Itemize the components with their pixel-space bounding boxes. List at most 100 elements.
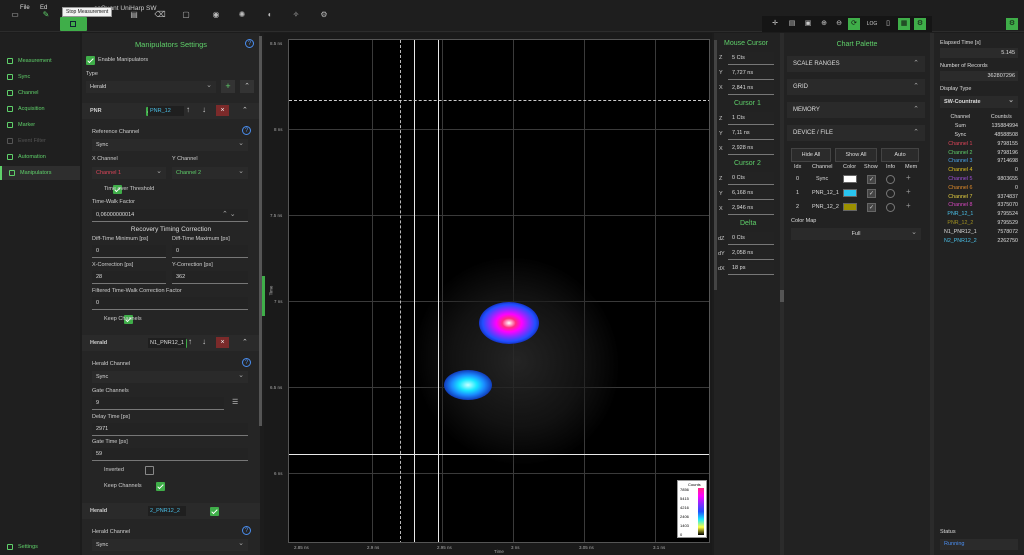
herald2-enable-checkbox[interactable]: [209, 507, 219, 516]
display-type-select[interactable]: SW-Countrate: [940, 96, 1018, 108]
row-channel: Channel 4: [948, 167, 973, 174]
xcor-input[interactable]: 28: [92, 271, 166, 284]
export-icon[interactable]: ▣: [802, 18, 814, 30]
wand-icon[interactable]: ✧: [286, 0, 306, 30]
herald1-channel-select[interactable]: Sync: [92, 371, 248, 383]
info-icon[interactable]: [886, 189, 895, 198]
x-channel-select[interactable]: Channel 1: [92, 167, 166, 179]
zoom-in-icon[interactable]: ⊕: [818, 18, 830, 30]
gate-channels-menu-icon[interactable]: ☰: [232, 398, 238, 406]
mem-add-icon[interactable]: +: [906, 187, 911, 196]
sidebar-item-sync[interactable]: Sync: [0, 70, 80, 84]
cursor1-horizontal-line[interactable]: [289, 100, 709, 101]
panel-scrollbar[interactable]: [259, 36, 262, 426]
herald1-keep-checkbox[interactable]: [156, 482, 166, 491]
color-swatch[interactable]: [843, 203, 857, 211]
row-countrate: 9375070: [997, 202, 1018, 209]
sync-icon: [7, 74, 13, 80]
herald1-down-icon[interactable]: ↓: [202, 337, 206, 346]
zoom-out-icon[interactable]: ⊖: [833, 18, 845, 30]
refresh-icon[interactable]: ⟳: [848, 18, 860, 30]
top-right-icon[interactable]: ⚙: [1006, 18, 1018, 30]
cpu-icon[interactable]: ◉: [206, 0, 226, 30]
herald1-name-field[interactable]: N1_PNR12_1: [148, 338, 186, 348]
collapse-icon[interactable]: ⌃: [240, 80, 254, 93]
inverted-checkbox[interactable]: [145, 466, 155, 475]
edit-icon[interactable]: ✎: [36, 0, 56, 30]
dmin-input[interactable]: 0: [92, 245, 166, 258]
enable-manipulators-checkbox[interactable]: [86, 56, 95, 65]
settings-chart-icon[interactable]: ⚙: [914, 18, 926, 30]
sidebar-item-settings[interactable]: Settings: [0, 540, 80, 554]
log-scale-icon[interactable]: LOG: [866, 18, 878, 30]
y-channel-select[interactable]: Channel 2: [172, 167, 248, 179]
show-toggle[interactable]: ✓: [867, 189, 876, 198]
dmax-input[interactable]: 0: [172, 245, 248, 258]
herald1-help-icon[interactable]: ?: [242, 358, 251, 367]
scale-ranges-section[interactable]: SCALE RANGES: [787, 56, 925, 72]
herald1-collapse-icon[interactable]: ⌃: [242, 338, 248, 346]
device-file-section[interactable]: DEVICE / FILE: [787, 125, 925, 141]
info-icon[interactable]: [886, 203, 895, 212]
herald2-name-field[interactable]: 2_PNR12_2: [148, 506, 186, 516]
hide-all-button[interactable]: Hide All: [791, 148, 831, 162]
contrast-icon[interactable]: ◐: [260, 0, 280, 30]
sidebar-item-channel[interactable]: Channel: [0, 86, 80, 100]
palette-icon[interactable]: ▦: [898, 18, 910, 30]
herald2-help-icon[interactable]: ?: [242, 526, 251, 535]
grid-section[interactable]: GRID: [787, 79, 925, 95]
gate-channels-input[interactable]: 9: [92, 397, 224, 410]
sidebar-item-manipulators[interactable]: Manipulators: [0, 166, 80, 180]
sidebar-item-event-filter[interactable]: Event Filter: [0, 134, 80, 148]
tw-stepper[interactable]: ⌃ ⌄: [222, 210, 236, 218]
crosshair-icon[interactable]: ✛: [769, 18, 781, 30]
color-map-select[interactable]: Full: [791, 228, 921, 240]
save-icon[interactable]: ▤: [124, 0, 144, 30]
show-all-button[interactable]: Show All: [835, 148, 877, 162]
delete-button[interactable]: ×: [216, 105, 229, 116]
sidebar-item-marker[interactable]: Marker: [0, 118, 80, 132]
gear-icon[interactable]: ⚙: [314, 0, 334, 30]
info-icon[interactable]: [886, 175, 895, 184]
stats-splitter[interactable]: [930, 33, 934, 555]
herald1-delete-button[interactable]: ×: [216, 337, 229, 348]
cursor2-vertical-line[interactable]: [438, 40, 439, 542]
stop-button[interactable]: [60, 17, 87, 31]
add-button[interactable]: +: [221, 80, 235, 93]
herald1-up-icon[interactable]: ↑: [188, 337, 192, 346]
cursor-panel-scrollbar[interactable]: [714, 40, 717, 290]
show-toggle[interactable]: ✓: [867, 203, 876, 212]
pnr-name-field[interactable]: PNR_12: [148, 106, 184, 116]
color-swatch[interactable]: [843, 175, 857, 183]
brightness-icon[interactable]: ✺: [232, 0, 252, 30]
eraser-icon[interactable]: ⌫: [150, 0, 170, 30]
cursor2-horizontal-line[interactable]: [289, 454, 709, 455]
help-icon[interactable]: ?: [245, 39, 254, 48]
memory-section[interactable]: MEMORY: [787, 102, 925, 118]
color-swatch[interactable]: [843, 189, 857, 197]
save-chart-icon[interactable]: ▤: [786, 18, 798, 30]
delay-input[interactable]: 2971: [92, 423, 248, 436]
comment-icon[interactable]: ▢: [176, 0, 196, 30]
sidebar-item-measurement[interactable]: Measurement: [0, 54, 80, 68]
move-down-icon[interactable]: ↓: [202, 105, 206, 114]
ycor-input[interactable]: 362: [172, 271, 248, 284]
cursor1-vertical-line[interactable]: [414, 40, 415, 542]
sidebar-item-acquisition[interactable]: Acquisition: [0, 102, 80, 116]
gtime-input[interactable]: 59: [92, 448, 248, 461]
move-up-icon[interactable]: ↑: [186, 105, 190, 114]
document-icon[interactable]: ▯: [882, 18, 894, 30]
ftw-input[interactable]: 0: [92, 297, 248, 310]
mem-add-icon[interactable]: +: [906, 201, 911, 210]
sidebar-toggle-icon[interactable]: ▭: [5, 0, 25, 30]
show-toggle[interactable]: ✓: [867, 175, 876, 184]
sidebar-item-automation[interactable]: Automation: [0, 150, 80, 164]
chart-splitter[interactable]: [262, 276, 265, 316]
ref-channel-select[interactable]: Sync: [92, 139, 248, 151]
herald2-channel-select[interactable]: Sync: [92, 539, 248, 551]
mem-add-icon[interactable]: +: [906, 173, 911, 182]
type-select[interactable]: Herald: [86, 81, 216, 93]
pnr-collapse-icon[interactable]: ⌃: [242, 106, 248, 114]
ref-help-icon[interactable]: ?: [242, 126, 251, 135]
auto-button[interactable]: Auto: [881, 148, 919, 162]
